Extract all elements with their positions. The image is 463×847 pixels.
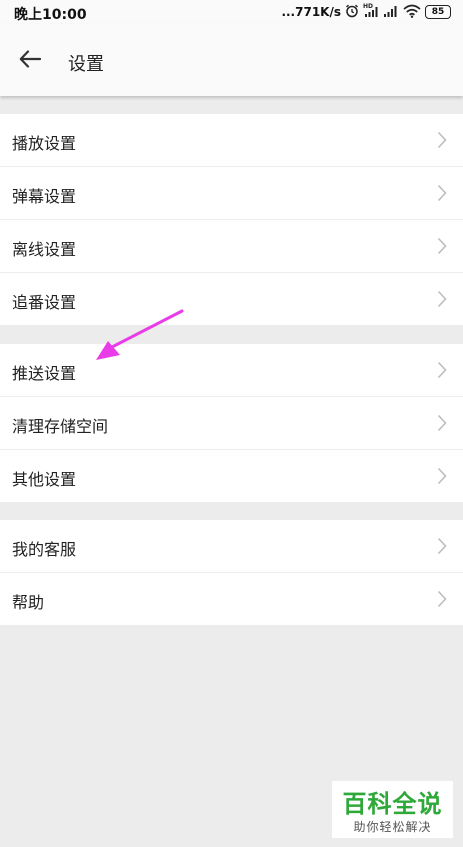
chevron-right-icon xyxy=(437,361,447,379)
watermark-title: 百科全说 xyxy=(342,790,443,818)
setting-item-help[interactable]: 帮助 xyxy=(0,573,463,625)
chevron-right-icon xyxy=(437,467,447,485)
chevron-right-icon xyxy=(437,414,447,432)
setting-item-danmaku[interactable]: 弹幕设置 xyxy=(0,167,463,220)
back-button[interactable] xyxy=(14,46,46,76)
setting-item-playback[interactable]: 播放设置 xyxy=(0,114,463,167)
setting-item-clear-storage[interactable]: 清理存储空间 xyxy=(0,397,463,450)
alarm-icon xyxy=(345,3,359,22)
chevron-right-icon xyxy=(437,237,447,255)
setting-item-other[interactable]: 其他设置 xyxy=(0,450,463,502)
page-title: 设置 xyxy=(68,54,104,75)
signal-icon xyxy=(383,3,399,22)
chevron-right-icon xyxy=(437,131,447,149)
status-time: 晚上10:00 xyxy=(14,7,87,23)
status-icons: ...771K/s HD 85 xyxy=(281,3,451,21)
hd-signal-icon: HD xyxy=(363,2,379,22)
settings-group-1: 播放设置 弹幕设置 离线设置 追番设置 xyxy=(0,114,463,325)
setting-item-label: 其他设置 xyxy=(12,470,77,489)
watermark-subtitle: 助你轻松解决 xyxy=(353,820,432,834)
battery-icon: 85 xyxy=(425,5,451,19)
chevron-right-icon xyxy=(437,290,447,308)
setting-item-follow-anime[interactable]: 追番设置 xyxy=(0,273,463,325)
svg-text:HD: HD xyxy=(363,3,373,10)
chevron-right-icon xyxy=(437,590,447,608)
status-bar: 晚上10:00 ...771K/s HD 85 xyxy=(0,0,463,24)
setting-item-label: 推送设置 xyxy=(12,364,77,383)
settings-group-2: 推送设置 清理存储空间 其他设置 xyxy=(0,344,463,502)
chevron-right-icon xyxy=(437,184,447,202)
chevron-right-icon xyxy=(437,537,447,555)
title-bar: 设置 xyxy=(0,24,463,96)
watermark: 百科全说 助你轻松解决 xyxy=(332,781,453,838)
settings-group-3: 我的客服 帮助 xyxy=(0,520,463,625)
setting-item-offline[interactable]: 离线设置 xyxy=(0,220,463,273)
setting-item-label: 离线设置 xyxy=(12,240,77,259)
wifi-icon xyxy=(403,3,421,22)
setting-item-label: 播放设置 xyxy=(12,134,77,153)
setting-item-push[interactable]: 推送设置 xyxy=(0,344,463,397)
setting-item-label: 追番设置 xyxy=(12,293,77,312)
network-speed: ...771K/s xyxy=(281,5,341,19)
setting-item-label: 帮助 xyxy=(12,593,45,612)
setting-item-label: 清理存储空间 xyxy=(12,417,109,436)
back-arrow-icon xyxy=(19,50,42,72)
setting-item-label: 我的客服 xyxy=(12,540,77,559)
setting-item-customer-service[interactable]: 我的客服 xyxy=(0,520,463,573)
setting-item-label: 弹幕设置 xyxy=(12,187,77,206)
